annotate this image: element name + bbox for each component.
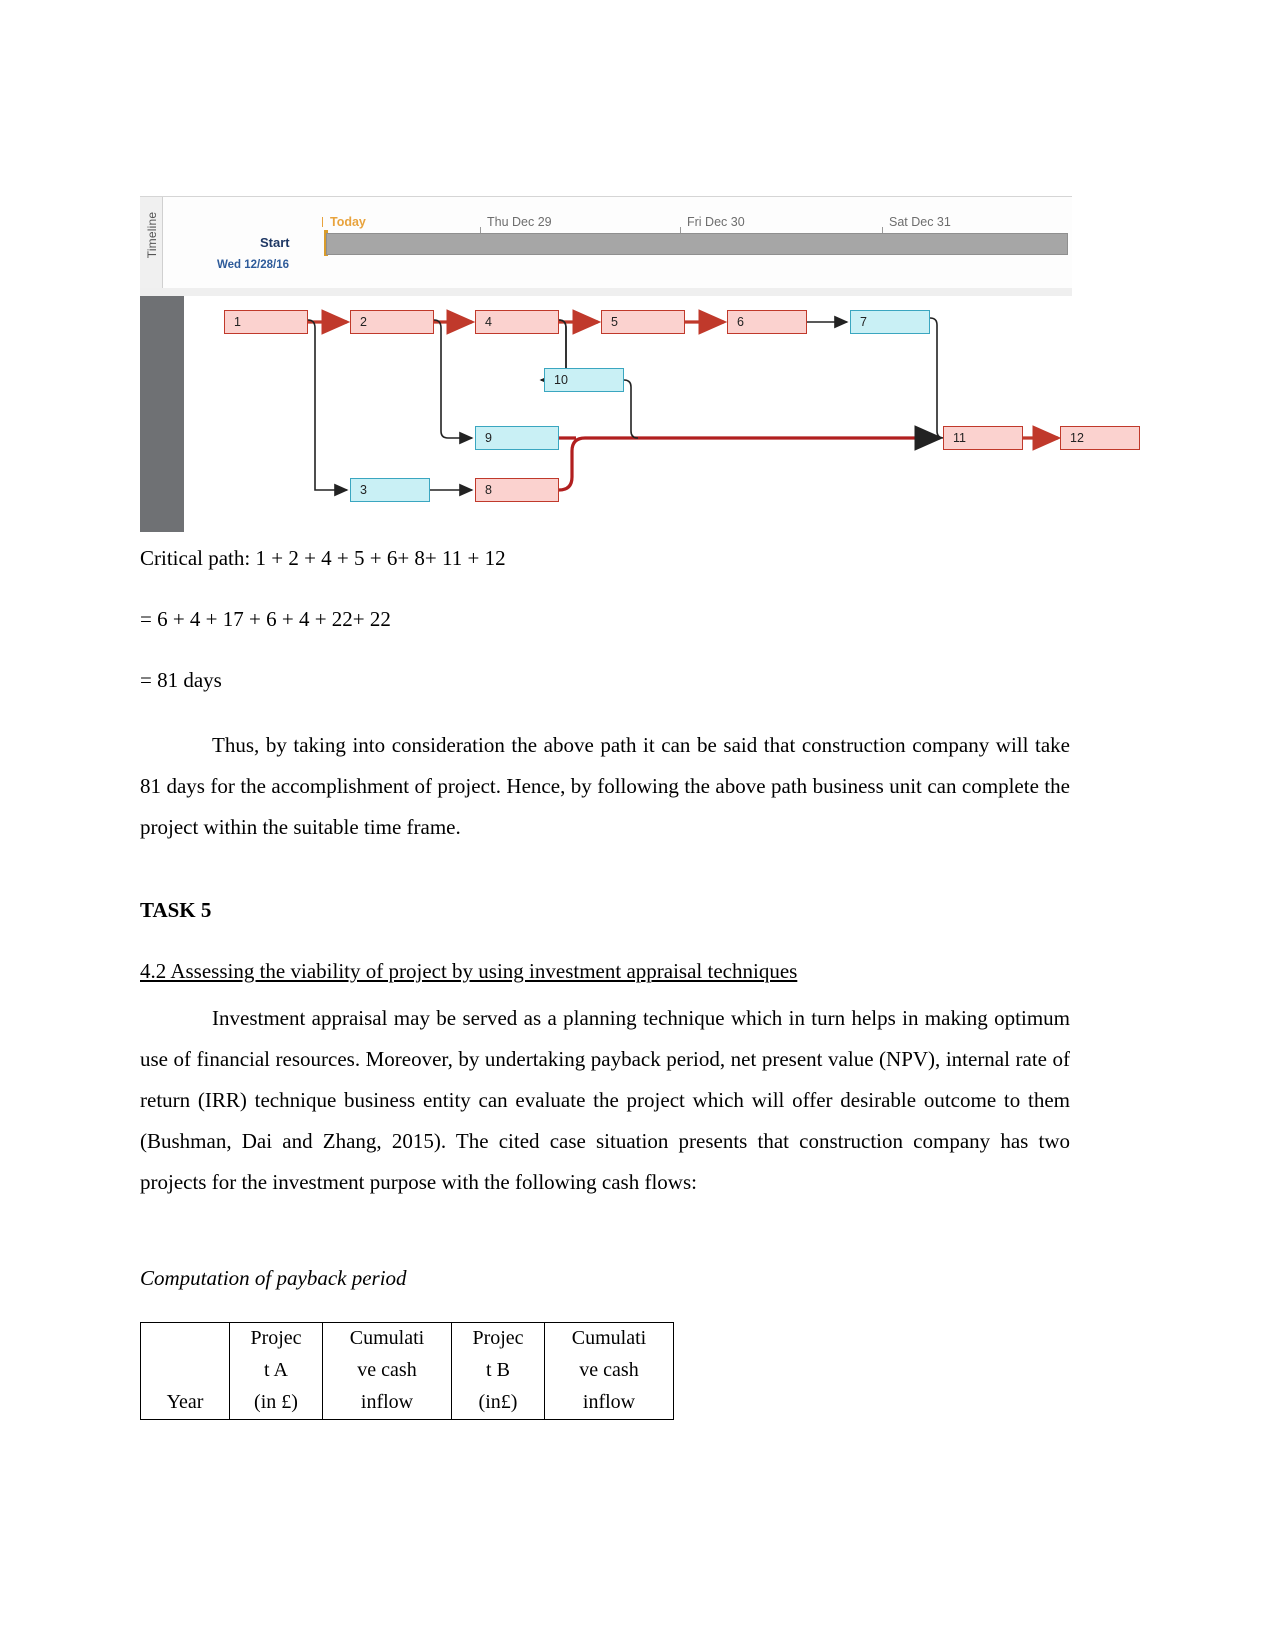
document-page: Timeline Today Thu Dec 29 Fri Dec 30 Sat…: [0, 0, 1275, 1650]
network-left-gutter: [140, 296, 184, 532]
network-canvas: 1 2 4 5 6 7 10 9 11 12 3 8: [184, 296, 1140, 532]
cell-header-r2-c3: (in£): [451, 1387, 545, 1420]
timeline-body: Today Thu Dec 29 Fri Dec 30 Sat Dec 31 S…: [162, 197, 1072, 289]
today-tick-mark: [322, 217, 323, 227]
cell-header-r0-c4: Cumulati: [544, 1322, 674, 1355]
cell-header-r1-c1: t A: [229, 1355, 323, 1387]
tick-label-sat-dec-31: Sat Dec 31: [889, 215, 951, 229]
cell-header-r0-c2: Cumulati: [322, 1322, 452, 1355]
cell-header-r0-c1: Projec: [229, 1322, 323, 1355]
timeline-project-bar[interactable]: [326, 233, 1068, 255]
timeline-gutter: Timeline: [140, 197, 163, 289]
tick-label-thu-dec-29: Thu Dec 29: [487, 215, 552, 229]
cell-header-r2-c1: (in £): [229, 1387, 323, 1420]
network-node-9[interactable]: 9: [475, 426, 559, 450]
network-node-2[interactable]: 2: [350, 310, 434, 334]
timeline-start-label: Start: [260, 235, 290, 250]
paragraph-investment-appraisal: Investment appraisal may be served as a …: [140, 1006, 1070, 1194]
cell-header-r1-c0: [140, 1355, 230, 1387]
cell-header-r2-c4: inflow: [544, 1387, 674, 1420]
timeline-start-date: Wed 12/28/16: [217, 259, 290, 271]
tick-label-today: Today: [330, 215, 366, 229]
task-heading: TASK 5: [140, 898, 212, 922]
ms-project-screenshot: Timeline Today Thu Dec 29 Fri Dec 30 Sat…: [140, 196, 1140, 532]
network-node-11[interactable]: 11: [943, 426, 1023, 450]
network-node-6[interactable]: 6: [727, 310, 807, 334]
cell-header-r1-c3: t B: [451, 1355, 545, 1387]
timeline-panel: Timeline Today Thu Dec 29 Fri Dec 30 Sat…: [140, 196, 1072, 290]
cell-header-r2-c2: inflow: [322, 1387, 452, 1420]
network-node-12[interactable]: 12: [1060, 426, 1140, 450]
network-node-5[interactable]: 5: [601, 310, 685, 334]
paragraph-thus-construction: Thus, by taking into consideration the a…: [140, 733, 1070, 839]
payback-period-table: Projec Cumulati Projec Cumulati t Ave cash t …: [140, 1322, 674, 1420]
tick-label-fri-dec-30: Fri Dec 30: [687, 215, 745, 229]
table-row: t Ave cash t Bve cash: [140, 1355, 674, 1387]
network-node-7[interactable]: 7: [850, 310, 930, 334]
cell-header-r1-c4: ve cash: [544, 1355, 674, 1387]
cell-header-r0-c3: Projec: [451, 1322, 545, 1355]
cell-header-r1-c2: ve cash: [322, 1355, 452, 1387]
cell-header-r2-c0: Year: [140, 1387, 230, 1420]
table-caption: Computation of payback period: [140, 1266, 407, 1290]
table-row: Year (in £) inflow (in£) inflow: [140, 1387, 674, 1420]
critical-path-line: Critical path: 1 + 2 + 4 + 5 + 6+ 8+ 11 …: [140, 546, 506, 570]
critical-path-sum-line: = 6 + 4 + 17 + 6 + 4 + 22+ 22: [140, 607, 391, 631]
cell-header-r0-c0: [140, 1322, 230, 1355]
network-node-1[interactable]: 1: [224, 310, 308, 334]
critical-path-total-line: = 81 days: [140, 668, 222, 692]
section-heading-4-2: 4.2 Assessing the viability of project b…: [140, 959, 798, 983]
timeline-vertical-label: Timeline: [145, 211, 159, 259]
table-row: Projec Cumulati Projec Cumulati: [140, 1322, 674, 1355]
network-node-10[interactable]: 10: [544, 368, 624, 392]
network-node-3[interactable]: 3: [350, 478, 430, 502]
network-diagram-panel: 1 2 4 5 6 7 10 9 11 12 3 8: [140, 296, 1140, 532]
network-node-4[interactable]: 4: [475, 310, 559, 334]
network-node-8[interactable]: 8: [475, 478, 559, 502]
